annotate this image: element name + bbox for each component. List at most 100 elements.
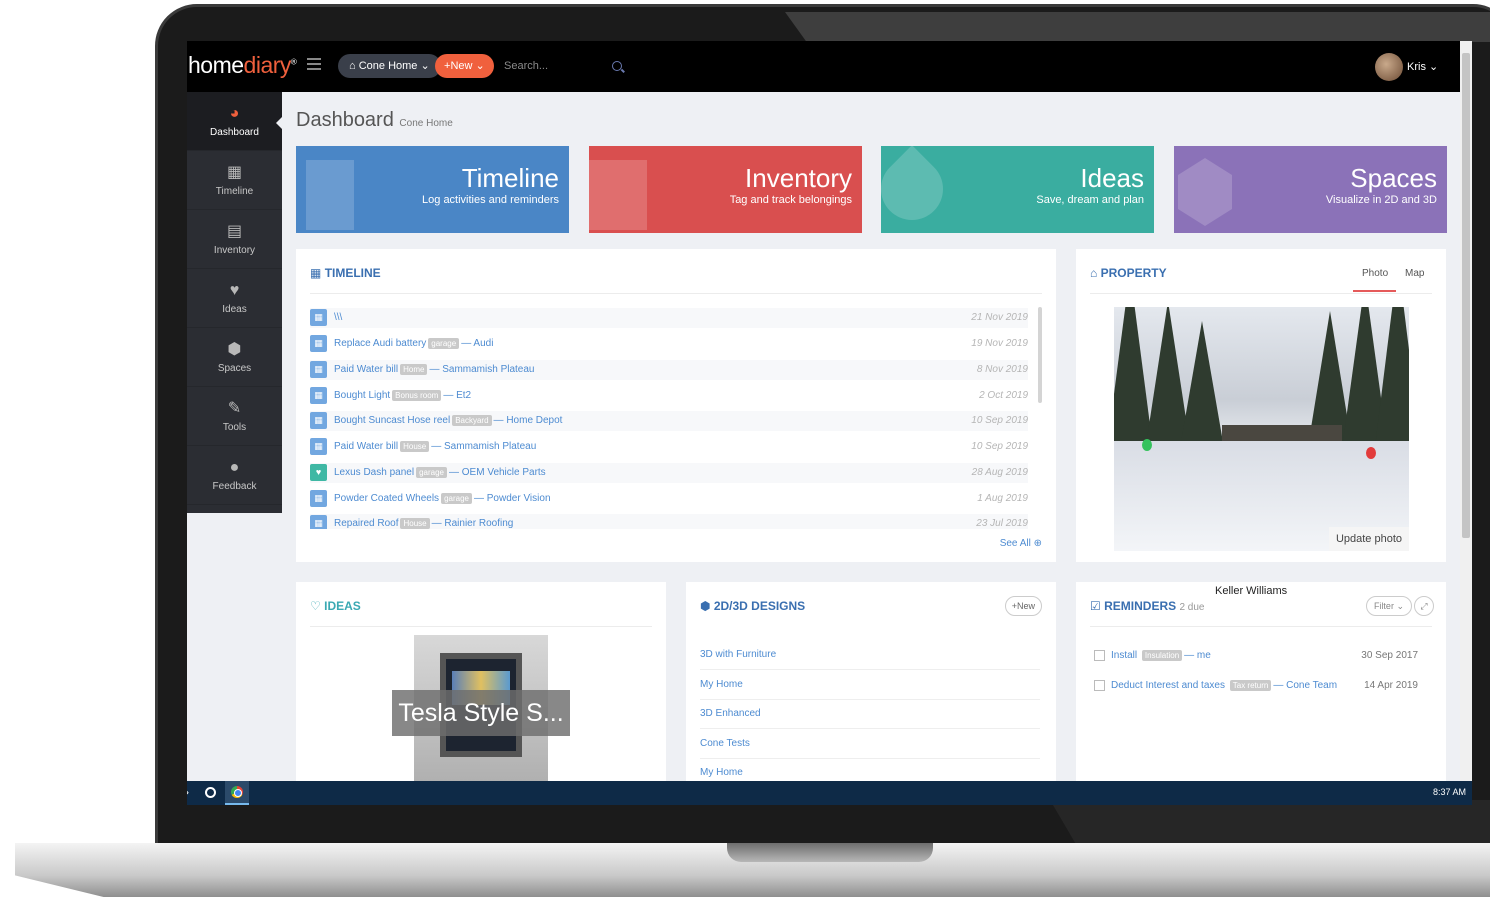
design-item[interactable]: 3D with Furniture bbox=[700, 640, 1040, 670]
design-item[interactable]: My Home bbox=[700, 670, 1040, 700]
timeline-row-date: 10 Sep 2019 bbox=[971, 441, 1028, 452]
design-item[interactable]: Cone Tests bbox=[700, 729, 1040, 759]
search-icon[interactable] bbox=[612, 61, 622, 71]
tab-map[interactable]: Map bbox=[1405, 268, 1424, 279]
sidebar-item-tools[interactable]: ✎ Tools bbox=[187, 387, 282, 446]
user-menu[interactable]: Kris ⌄ bbox=[1407, 60, 1438, 73]
calendar-icon bbox=[306, 160, 354, 230]
cortana-icon[interactable] bbox=[205, 787, 216, 798]
homediary-logo[interactable]: homediary® bbox=[188, 52, 297, 79]
timeline-row[interactable]: ♥ Lexus Dash panel garage — OEM Vehicle Par… bbox=[310, 463, 1028, 483]
new-button[interactable]: +New ⌄ bbox=[435, 54, 494, 78]
calendar-icon: ▦ bbox=[226, 164, 243, 181]
idea-caption[interactable]: Tesla Style S... bbox=[392, 690, 570, 736]
calendar-icon: ▦ bbox=[310, 515, 327, 529]
update-photo-button[interactable]: Update photo bbox=[1328, 527, 1409, 551]
new-design-button[interactable]: +New bbox=[1004, 596, 1042, 616]
calendar-icon: ▦ bbox=[310, 361, 327, 378]
see-all-link[interactable]: See All ⊕ bbox=[1000, 538, 1042, 549]
timeline-row-vendor: — Sammamish Plateau bbox=[431, 441, 537, 452]
timeline-row[interactable]: ▦ Bought Light Bonus room — Et2 2 Oct 2019 bbox=[310, 386, 1028, 406]
timeline-row-vendor: — Rainier Roofing bbox=[431, 518, 514, 529]
timeline-row-date: 23 Jul 2019 bbox=[976, 518, 1028, 529]
timeline-row-title: \\\ bbox=[334, 312, 343, 323]
timeline-row-text: Bought Light Bonus room — Et2 bbox=[334, 390, 471, 401]
user-avatar[interactable] bbox=[1375, 53, 1403, 81]
tile-title: Timeline bbox=[461, 163, 559, 193]
timeline-card: ▦ TIMELINE ▦ \\\ 21 Nov 2019 ▦ Replace Audi… bbox=[296, 249, 1056, 562]
tile-ideas[interactable]: Ideas Save, dream and plan bbox=[881, 146, 1154, 233]
sidebar-item-dashboard[interactable]: ◕ Dashboard bbox=[187, 92, 283, 151]
sidebar-item-label: Spaces bbox=[217, 363, 252, 374]
timeline-row[interactable]: ▦ Replace Audi battery garage — Audi 19 Nov … bbox=[310, 334, 1028, 354]
expand-icon[interactable]: ⤢ bbox=[1414, 596, 1434, 616]
timeline-row-vendor: — Powder Vision bbox=[473, 493, 551, 504]
chrome-taskbar-button[interactable] bbox=[225, 781, 249, 805]
reminder-title: Install bbox=[1111, 650, 1138, 661]
archive-icon: ▤ bbox=[226, 223, 243, 240]
timeline-row-date: 21 Nov 2019 bbox=[971, 312, 1028, 323]
sidebar-item-feedback[interactable]: ● Feedback bbox=[187, 446, 282, 505]
page-title-text: Dashboard bbox=[296, 109, 394, 131]
start-icon[interactable]: › bbox=[187, 785, 189, 799]
sidebar-item-timeline[interactable]: ▦ Timeline bbox=[187, 151, 282, 210]
logo-home-text: home bbox=[188, 52, 244, 78]
timeline-row[interactable]: ▦ Paid Water bill Home — Sammamish Plateau 8… bbox=[310, 360, 1028, 380]
timeline-row-vendor: — Sammamish Plateau bbox=[429, 364, 535, 375]
reminder-checkbox[interactable] bbox=[1094, 680, 1105, 691]
hamburger-menu-icon[interactable] bbox=[307, 58, 321, 70]
photo-green-light bbox=[1142, 439, 1152, 451]
tag-badge: Tax return bbox=[1229, 680, 1272, 691]
sidebar-item-label: Dashboard bbox=[210, 127, 259, 138]
cube-icon: ⬢ bbox=[700, 599, 711, 613]
reminders-card-title: ☑ REMINDERS 2 due bbox=[1090, 599, 1205, 613]
tile-spaces[interactable]: Spaces Visualize in 2D and 3D bbox=[1174, 146, 1447, 233]
filter-button[interactable]: Filter ⌄ bbox=[1365, 596, 1412, 616]
logo-registered-mark: ® bbox=[290, 57, 297, 67]
designs-title-text: 2D/3D DESIGNS bbox=[713, 599, 806, 613]
timeline-row[interactable]: ▦ Paid Water bill House — Sammamish Plateau… bbox=[310, 437, 1028, 457]
sidebar-item-inventory[interactable]: ▤ Inventory bbox=[187, 210, 282, 269]
timeline-scrollbar[interactable] bbox=[1038, 307, 1042, 403]
timeline-row-text: Replace Audi battery garage — Audi bbox=[334, 338, 493, 349]
timeline-row-date: 2 Oct 2019 bbox=[979, 390, 1028, 401]
tile-inventory[interactable]: Inventory Tag and track belongings bbox=[589, 146, 862, 233]
reminder-row[interactable]: Deduct Interest and taxes Tax return — Co… bbox=[1094, 676, 1418, 696]
home-icon: ⌂ bbox=[349, 60, 356, 72]
reminders-due-count: 2 due bbox=[1179, 602, 1205, 613]
timeline-row[interactable]: ▦ \\\ 21 Nov 2019 bbox=[310, 308, 1028, 328]
sidebar-item-label: Timeline bbox=[215, 186, 254, 197]
design-item[interactable]: My Home bbox=[700, 758, 1040, 782]
timeline-row[interactable]: ▦ Repaired Roof House — Rainier Roofing 23 J… bbox=[310, 514, 1028, 529]
timeline-row[interactable]: ▦ Bought Suncast Hose reel Backyard — Home … bbox=[310, 411, 1028, 431]
reminder-row[interactable]: Install Insulation — me 30 Sep 2017 bbox=[1094, 646, 1418, 666]
tab-photo[interactable]: Photo bbox=[1362, 268, 1388, 279]
page-scrollbar[interactable] bbox=[1460, 41, 1472, 781]
chrome-icon bbox=[231, 786, 243, 798]
cube-icon: ⬢ bbox=[227, 341, 242, 358]
tile-timeline[interactable]: Timeline Log activities and reminders bbox=[296, 146, 569, 233]
sidebar-item-label: Inventory bbox=[213, 245, 256, 256]
design-item[interactable]: 3D Enhanced bbox=[700, 699, 1040, 729]
reminder-checkbox[interactable] bbox=[1094, 650, 1105, 661]
comment-icon: ● bbox=[229, 459, 240, 476]
sidebar-item-spaces[interactable]: ⬢ Spaces bbox=[187, 328, 282, 387]
chevron-down-icon: ⌄ bbox=[475, 60, 485, 72]
timeline-row-vendor: — Audi bbox=[461, 338, 494, 349]
tag-badge: garage bbox=[428, 338, 460, 349]
taskbar-clock[interactable]: 8:37 AM bbox=[1433, 787, 1466, 797]
timeline-row[interactable]: ▦ Powder Coated Wheels garage — Powder Visi… bbox=[310, 489, 1028, 509]
calendar-icon: ▦ bbox=[310, 266, 322, 280]
overlay-text: Keller Williams bbox=[1215, 585, 1288, 597]
sidebar-item-ideas[interactable]: ♥ Ideas bbox=[187, 269, 282, 328]
tag-badge: Bonus room bbox=[392, 390, 442, 401]
tag-badge: Home bbox=[400, 364, 428, 375]
timeline-row-text: Bought Suncast Hose reel Backyard — Home D… bbox=[334, 415, 562, 426]
home-selector-button[interactable]: ⌂ Cone Home ⌄ bbox=[338, 54, 441, 78]
page-scrollbar-thumb[interactable] bbox=[1462, 53, 1470, 538]
heart-icon: ♥ bbox=[310, 464, 327, 481]
logo-diary-text: diary bbox=[243, 52, 292, 78]
search-input[interactable] bbox=[504, 54, 624, 78]
page-title: Dashboard Cone Home bbox=[296, 109, 453, 132]
archive-icon bbox=[589, 160, 647, 230]
